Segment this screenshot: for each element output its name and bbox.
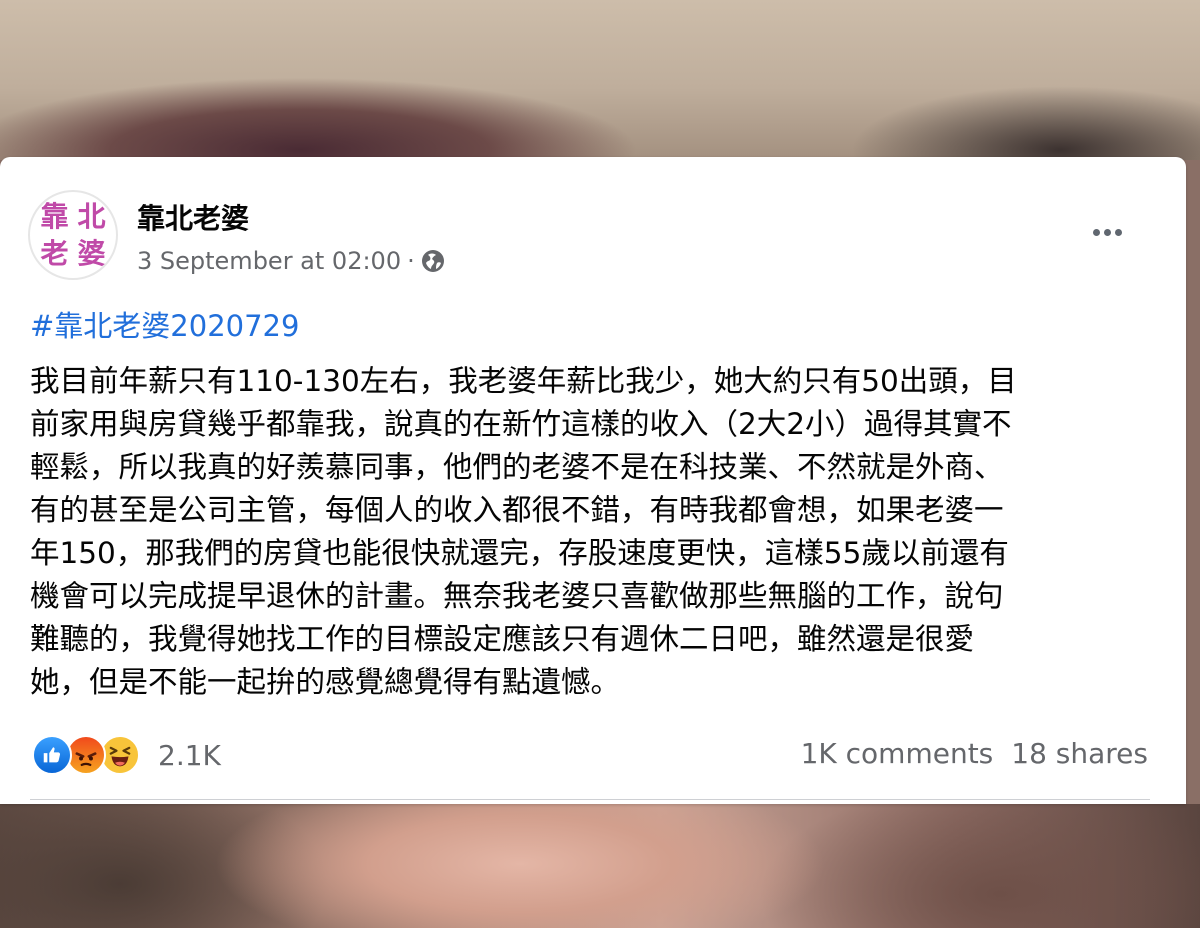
meta-separator: · [407,247,415,275]
post-card: 北 靠 婆 老 靠北老婆 3 September at 02:00 · #靠北老… [0,157,1186,804]
comments-count-link[interactable]: 1K comments [801,737,994,770]
divider [30,799,1150,800]
post-timestamp-link[interactable]: 3 September at 02:00 [137,247,401,275]
post-body-text: 我目前年薪只有110-130左右，我老婆年薪比我少，她大約只有50出頭，目 前家… [30,364,1017,699]
reaction-count: 2.1K [158,738,221,772]
avatar-char: 靠 [40,199,69,233]
more-dot [1103,228,1111,236]
blurred-background-bottom [0,804,1200,928]
page-avatar[interactable]: 北 靠 婆 老 [28,190,118,280]
avatar-logo: 北 靠 婆 老 [36,198,110,272]
blurred-background-top [0,0,1200,160]
haha-icon [100,735,140,775]
avatar-char: 婆 [77,236,106,270]
shares-count-link[interactable]: 18 shares [1011,737,1148,770]
hashtag-link[interactable]: #靠北老婆2020729 [30,303,299,345]
more-options-icon[interactable] [1082,217,1132,247]
globe-icon[interactable] [421,249,445,273]
engagement-stats: 1K comments 18 shares [801,737,1148,770]
avatar-char: 老 [40,236,69,270]
page-name-link[interactable]: 靠北老婆 [137,197,249,237]
angry-icon [66,735,106,775]
avatar-char: 北 [77,199,106,233]
like-icon [32,735,72,775]
reactions-summary[interactable]: 2.1K [32,735,221,775]
post-meta: 3 September at 02:00 · [137,247,445,275]
more-dot [1092,228,1100,236]
more-dot [1114,228,1122,236]
